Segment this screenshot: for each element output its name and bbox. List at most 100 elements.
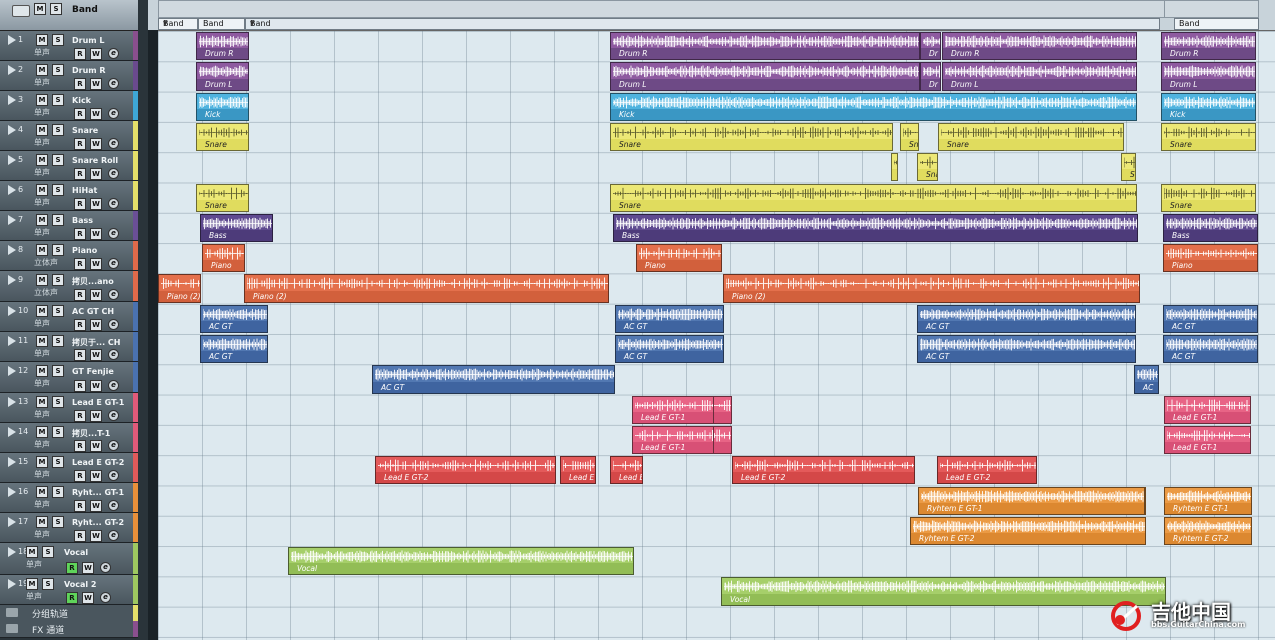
mute-button[interactable]: M (34, 3, 46, 15)
audio-clip[interactable]: Snare (196, 183, 249, 212)
write-button[interactable]: W (90, 440, 102, 452)
solo-button[interactable]: S (52, 124, 64, 136)
write-button[interactable]: W (82, 562, 94, 574)
mute-button[interactable]: M (36, 64, 48, 76)
audio-clip[interactable]: Piano (1163, 244, 1258, 273)
edit-channel-button[interactable]: e (108, 319, 119, 330)
read-button[interactable]: R (74, 410, 86, 422)
read-button[interactable]: R (74, 349, 86, 361)
audio-clip[interactable]: Ryhtem E GT-2 (910, 516, 1146, 546)
track-9[interactable]: 9 M S 拷贝...ano 立体声 R W e (0, 271, 138, 302)
expand-icon[interactable] (8, 275, 16, 285)
arrangement-area[interactable]: Band ▼ Band Band ▼ Band Drum R Drum L Kick Sn… (148, 0, 1275, 640)
audio-clip[interactable]: Lead E (610, 456, 643, 485)
fx-channels-folder[interactable]: FX 通道 (0, 621, 138, 638)
mute-button[interactable]: M (26, 546, 38, 558)
write-button[interactable]: W (90, 258, 102, 270)
edit-channel-button[interactable]: e (108, 78, 119, 89)
audio-clip[interactable]: Drum R (196, 32, 249, 61)
write-button[interactable]: W (90, 289, 102, 301)
track-name[interactable]: 拷贝...T-1 (72, 428, 110, 439)
audio-clip[interactable]: Lead E GT-2 (732, 456, 915, 485)
edit-channel-button[interactable]: e (108, 470, 119, 481)
audio-clip[interactable]: Kick (1161, 92, 1256, 121)
audio-clip[interactable]: Sn (900, 122, 919, 152)
audio-clip[interactable]: Ryhtem E GT-1 (918, 486, 1145, 515)
track-3[interactable]: 3 M S Kick 单声 R W e (0, 91, 138, 121)
read-button[interactable]: R (74, 78, 86, 90)
edit-channel-button[interactable]: e (108, 48, 119, 59)
track-name[interactable]: 拷贝于... CH (72, 337, 120, 348)
expand-icon[interactable] (8, 457, 16, 467)
edit-channel-button[interactable]: e (108, 380, 119, 391)
expand-icon[interactable] (8, 35, 16, 45)
track-name[interactable]: AC GT CH (72, 307, 114, 316)
marker-band[interactable]: Band (1174, 18, 1259, 30)
expand-icon[interactable] (8, 306, 16, 316)
read-button[interactable]: R (74, 380, 86, 392)
solo-button[interactable]: S (52, 486, 64, 498)
track-name[interactable]: Lead E GT-1 (72, 398, 124, 407)
solo-button[interactable]: S (52, 274, 64, 286)
audio-clip[interactable]: Bass (613, 213, 1138, 243)
solo-button[interactable]: S (52, 396, 64, 408)
read-button[interactable]: R (74, 138, 86, 150)
read-button[interactable]: R (74, 108, 86, 120)
track-name[interactable]: Snare Roll (72, 156, 118, 165)
audio-clip[interactable]: Bass (1163, 213, 1258, 243)
audio-clip[interactable]: Drum L (196, 62, 249, 91)
expand-icon[interactable] (8, 366, 16, 376)
solo-button[interactable]: S (52, 94, 64, 106)
audio-clip[interactable]: AC GT (615, 335, 724, 364)
edit-channel-button[interactable]: e (108, 440, 119, 451)
track-1[interactable]: 1 M S Drum L 单声 R W e (0, 31, 138, 61)
track-18[interactable]: 18 M S Vocal 单声 R W e (0, 543, 138, 575)
expand-icon[interactable] (8, 155, 16, 165)
audio-clip[interactable]: AC GT (1163, 304, 1258, 333)
audio-clip[interactable]: Sna (917, 153, 938, 182)
audio-clip[interactable]: Snare (1161, 183, 1256, 212)
audio-clip[interactable]: AC GT (200, 304, 268, 333)
audio-clip[interactable]: Piano (2) (158, 274, 201, 303)
write-button[interactable]: W (90, 228, 102, 240)
solo-button[interactable]: S (52, 64, 64, 76)
marker-band[interactable]: Band (198, 18, 245, 30)
expand-icon[interactable] (8, 547, 16, 557)
audio-clip[interactable]: AC GT (372, 365, 615, 394)
write-button[interactable]: W (90, 138, 102, 150)
track-name[interactable]: GT Fenjie (72, 367, 114, 376)
mute-button[interactable]: M (36, 516, 48, 528)
track-17[interactable]: 17 M S Ryht... GT-2 单声 R W e (0, 513, 138, 543)
solo-button[interactable]: S (50, 3, 62, 15)
solo-button[interactable]: S (42, 546, 54, 558)
expand-icon[interactable] (8, 427, 16, 437)
edit-channel-button[interactable]: e (108, 500, 119, 511)
mute-button[interactable]: M (36, 154, 48, 166)
read-button[interactable]: R (74, 228, 86, 240)
track-name[interactable]: Lead E GT-2 (72, 458, 124, 467)
solo-button[interactable]: S (52, 214, 64, 226)
mute-button[interactable]: M (36, 274, 48, 286)
mute-button[interactable]: M (36, 244, 48, 256)
expand-icon[interactable] (8, 245, 16, 255)
audio-clip[interactable]: Kick (196, 92, 249, 121)
read-button[interactable]: R (74, 198, 86, 210)
solo-button[interactable]: S (52, 154, 64, 166)
audio-clip[interactable]: AC GT (1163, 335, 1258, 364)
audio-clip[interactable]: Snare (610, 122, 893, 152)
solo-button[interactable]: S (52, 244, 64, 256)
write-button[interactable]: W (90, 470, 102, 482)
audio-clip[interactable]: Lead E GT-1 (1164, 395, 1251, 424)
write-button[interactable]: W (90, 198, 102, 210)
audio-clip[interactable]: Ryhtem E GT-1 (1164, 486, 1252, 515)
audio-clip[interactable]: Piano (2) (244, 274, 609, 303)
edit-channel-button[interactable]: e (108, 530, 119, 541)
expand-icon[interactable] (8, 517, 16, 527)
write-button[interactable]: W (82, 592, 94, 604)
audio-clip[interactable]: Ryhtem E GT-2 (1164, 516, 1252, 546)
edit-channel-button[interactable]: e (100, 592, 111, 603)
ruler-bar[interactable] (158, 0, 1259, 18)
track-name[interactable]: Kick (72, 96, 91, 105)
audio-clip[interactable]: Piano (202, 244, 245, 273)
edit-channel-button[interactable]: e (108, 349, 119, 360)
